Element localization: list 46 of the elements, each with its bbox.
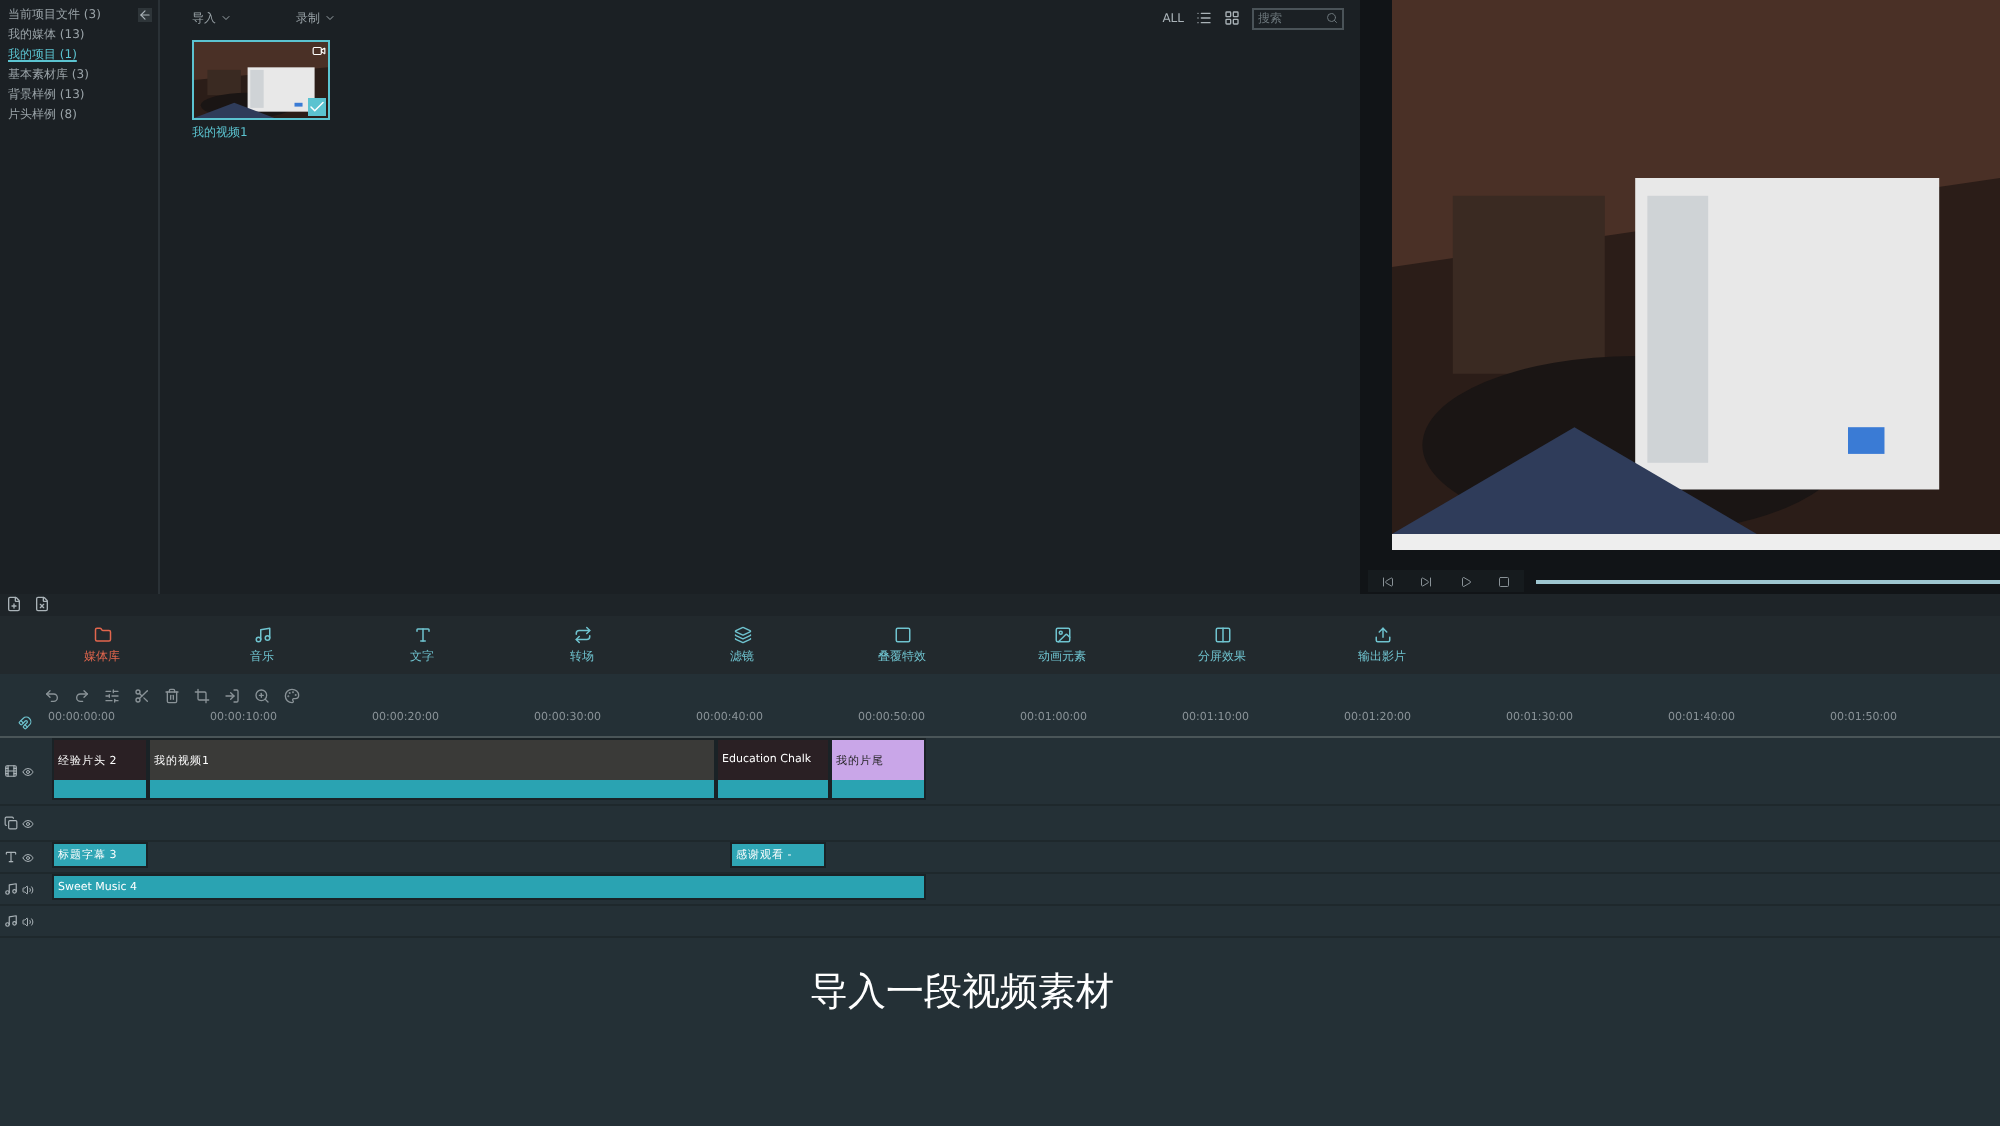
chevron-down-icon bbox=[324, 12, 336, 24]
trash-icon[interactable] bbox=[164, 688, 180, 704]
text-icon bbox=[413, 625, 431, 643]
image-icon bbox=[1053, 625, 1071, 643]
track-type-icon bbox=[4, 882, 18, 896]
music-icon bbox=[253, 625, 271, 643]
play-icon bbox=[1459, 575, 1472, 587]
eye-icon[interactable] bbox=[22, 817, 34, 829]
volume-icon[interactable] bbox=[22, 915, 34, 927]
sliders-icon[interactable] bbox=[104, 688, 120, 704]
track-type-icon bbox=[4, 850, 18, 864]
chevron-down-icon bbox=[220, 12, 232, 24]
upload-icon bbox=[1373, 625, 1391, 643]
layers-icon bbox=[733, 625, 751, 643]
import-icon[interactable] bbox=[224, 688, 240, 704]
search-icon bbox=[1326, 12, 1338, 24]
previous-button[interactable] bbox=[1368, 570, 1407, 592]
list-view-icon[interactable] bbox=[1196, 10, 1212, 26]
arrows-icon bbox=[573, 625, 591, 643]
add-file-icon[interactable] bbox=[6, 596, 22, 612]
track-type-icon bbox=[4, 914, 18, 928]
square-icon bbox=[893, 625, 911, 643]
media-thumbnail[interactable] bbox=[192, 40, 330, 120]
video-icon bbox=[312, 44, 326, 58]
zoom-icon[interactable] bbox=[254, 688, 270, 704]
magnet-icon[interactable] bbox=[17, 716, 31, 730]
columns-icon bbox=[1213, 625, 1231, 643]
undo-icon[interactable] bbox=[44, 688, 60, 704]
palette-icon[interactable] bbox=[284, 688, 300, 704]
skip-back-icon bbox=[1381, 575, 1394, 587]
remove-file-icon[interactable] bbox=[34, 596, 50, 612]
stop-button[interactable] bbox=[1485, 570, 1524, 592]
eye-icon[interactable] bbox=[22, 765, 34, 777]
skip-forward-icon bbox=[1420, 575, 1433, 587]
volume-icon[interactable] bbox=[22, 883, 34, 895]
folder-icon bbox=[93, 625, 111, 643]
track-type-icon bbox=[4, 816, 18, 830]
crop-icon[interactable] bbox=[194, 688, 210, 704]
stop-icon bbox=[1498, 575, 1511, 587]
redo-icon[interactable] bbox=[74, 688, 90, 704]
subtitle-caption: 导入一段视频素材 bbox=[810, 968, 1114, 1018]
track-type-icon bbox=[4, 764, 18, 778]
grid-view-icon[interactable] bbox=[1224, 10, 1240, 26]
eye-icon[interactable] bbox=[22, 851, 34, 863]
collapse-icon[interactable] bbox=[138, 8, 152, 22]
scissors-icon[interactable] bbox=[134, 688, 150, 704]
